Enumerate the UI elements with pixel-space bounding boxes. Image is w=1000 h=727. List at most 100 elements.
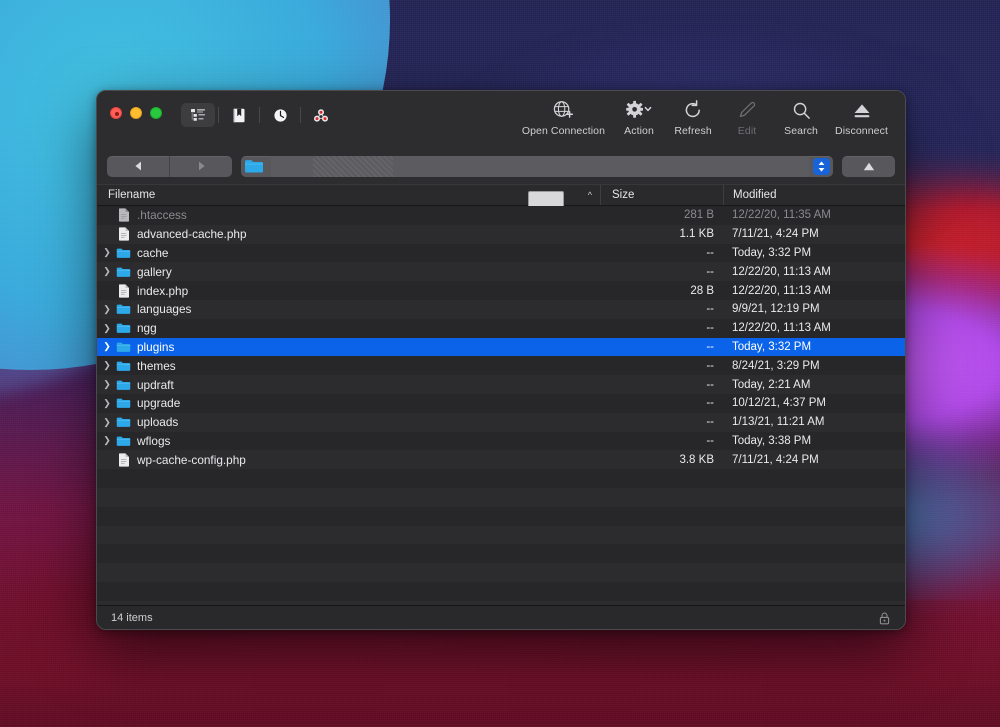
action-button[interactable]: Action [612, 99, 666, 137]
folder-icon [115, 322, 132, 334]
table-row[interactable]: .htaccess 281 B 12/22/20, 11:35 AM [97, 206, 905, 225]
refresh-button[interactable]: Refresh [666, 99, 720, 137]
file-modified-cell: 9/9/21, 12:19 PM [732, 303, 820, 316]
disclosure-chevron-icon[interactable]: ❯ [99, 417, 115, 428]
toolbar-divider-3 [300, 107, 301, 123]
document-icon [115, 283, 132, 298]
file-size-cell: -- [706, 340, 714, 353]
file-size-cell: 1.1 KB [679, 228, 714, 241]
back-forward-control [107, 155, 232, 177]
disconnect-button[interactable]: Disconnect [828, 99, 895, 137]
file-size-cell: 3.8 KB [679, 453, 714, 466]
folder-icon [115, 379, 132, 391]
disclosure-chevron-icon[interactable]: ❯ [99, 435, 115, 446]
disclosure-chevron-icon[interactable]: ❯ [99, 266, 115, 277]
table-row[interactable]: index.php 28 B 12/22/20, 11:13 AM [97, 281, 905, 300]
toolbar-divider-1 [218, 107, 219, 123]
column-header-modified[interactable]: Modified [723, 185, 905, 205]
empty-row [97, 525, 905, 545]
table-row[interactable]: ❯ updraft -- Today, 2:21 AM [97, 375, 905, 394]
column-label-modified: Modified [733, 189, 777, 201]
table-row[interactable]: advanced-cache.php 1.1 KB 7/11/21, 4:24 PM [97, 224, 905, 244]
disclosure-chevron-icon[interactable]: ❯ [99, 341, 115, 352]
folder-icon [115, 303, 132, 315]
nodes-icon[interactable] [304, 103, 338, 127]
file-size-cell: 281 B [683, 209, 714, 222]
search-button[interactable]: Search [774, 99, 828, 137]
document-icon [115, 227, 132, 241]
minimize-button[interactable] [130, 107, 142, 119]
path-field[interactable] [241, 155, 833, 177]
navigation-bar [97, 148, 905, 184]
table-row[interactable]: wp-cache-config.php 3.8 KB 7/11/21, 4:24 P… [97, 450, 905, 470]
empty-row [97, 563, 905, 582]
file-modified-cell: Today, 3:32 PM [732, 246, 812, 259]
table-row[interactable]: ❯ cache -- Today, 3:32 PM [97, 244, 905, 263]
parent-folder-button[interactable] [842, 155, 895, 177]
file-modified-cell: Today, 3:38 PM [732, 434, 812, 447]
empty-row [97, 487, 905, 507]
lock-icon[interactable] [879, 611, 890, 624]
folder-icon [115, 341, 132, 353]
folder-icon [115, 397, 132, 409]
disclosure-chevron-icon[interactable]: ❯ [99, 398, 115, 409]
file-size-cell: 28 B [690, 284, 714, 297]
table-row[interactable]: ❯ wflogs -- Today, 3:38 PM [97, 432, 905, 451]
table-row[interactable]: ❯ upgrade -- 10/12/21, 4:37 PM [97, 394, 905, 413]
file-modified-cell: 7/11/21, 4:24 PM [732, 453, 819, 466]
forward-button[interactable] [169, 155, 232, 177]
file-name-cell: ❯ gallery [97, 265, 600, 279]
close-button[interactable] [110, 107, 122, 119]
tree-view-icon[interactable] [181, 103, 215, 127]
file-name-label: themes [137, 358, 176, 373]
file-modified-cell: 10/12/21, 4:37 PM [732, 397, 826, 410]
column-header-filename[interactable]: Filename ^ [97, 185, 600, 205]
file-name-cell: .htaccess [97, 208, 600, 222]
edit-button[interactable]: Edit [720, 99, 774, 137]
disclosure-chevron-icon[interactable]: ❯ [99, 323, 115, 334]
table-row[interactable]: ❯ plugins -- Today, 3:32 PM [97, 337, 905, 357]
search-label: Search [784, 125, 818, 137]
back-button[interactable] [107, 156, 169, 177]
table-row[interactable]: ❯ gallery -- 12/22/20, 11:13 AM [97, 262, 905, 282]
open-connection-button[interactable]: Open Connection [515, 99, 612, 137]
column-label-filename: Filename [108, 189, 156, 201]
file-list[interactable]: .htaccess 281 B 12/22/20, 11:35 AM advanced… [97, 206, 905, 605]
file-name-cell: index.php [97, 284, 600, 298]
disclosure-chevron-icon[interactable]: ❯ [99, 379, 115, 390]
file-name-label: wflogs [137, 433, 171, 448]
disclosure-chevron-icon[interactable]: ❯ [99, 247, 115, 258]
folder-icon [115, 266, 132, 278]
edit-label: Edit [737, 125, 757, 137]
file-name-cell: advanced-cache.php [97, 227, 600, 241]
table-row[interactable]: ❯ themes -- 8/24/21, 3:29 PM [97, 356, 905, 375]
file-name-label: wp-cache-config.php [137, 452, 246, 467]
zoom-button[interactable] [150, 107, 162, 119]
empty-row [97, 582, 905, 601]
table-row[interactable]: ❯ languages -- 9/9/21, 12:19 PM [97, 299, 905, 319]
folder-icon [115, 435, 132, 447]
file-name-cell: ❯ upgrade [97, 396, 600, 410]
file-modified-cell: 12/22/20, 11:13 AM [732, 265, 831, 278]
file-name-cell: ❯ plugins [97, 340, 600, 354]
file-size-cell: -- [706, 378, 714, 391]
column-header-size[interactable]: Size [600, 185, 723, 205]
folder-icon [115, 416, 132, 428]
path-stepper[interactable] [813, 157, 830, 175]
file-size-cell: -- [706, 416, 714, 429]
path-field-hatch [313, 155, 393, 177]
empty-row [97, 544, 905, 563]
magnifier-icon [792, 99, 811, 121]
file-browser-window: Open Connection Action Refresh Edit Sear… [96, 90, 906, 630]
file-name-label: ngg [137, 321, 157, 336]
table-row[interactable]: ❯ ngg -- 12/22/20, 11:13 AM [97, 319, 905, 338]
bookmark-icon[interactable] [222, 103, 256, 127]
folder-icon [115, 247, 132, 259]
history-clock-icon[interactable] [263, 103, 297, 127]
file-modified-cell: 8/24/21, 3:29 PM [732, 359, 820, 372]
window-toolbar: Open Connection Action Refresh Edit Sear… [97, 91, 905, 217]
folder-icon [115, 360, 132, 372]
disclosure-chevron-icon[interactable]: ❯ [99, 304, 115, 315]
table-row[interactable]: ❯ uploads -- 1/13/21, 11:21 AM [97, 412, 905, 432]
disclosure-chevron-icon[interactable]: ❯ [99, 360, 115, 371]
